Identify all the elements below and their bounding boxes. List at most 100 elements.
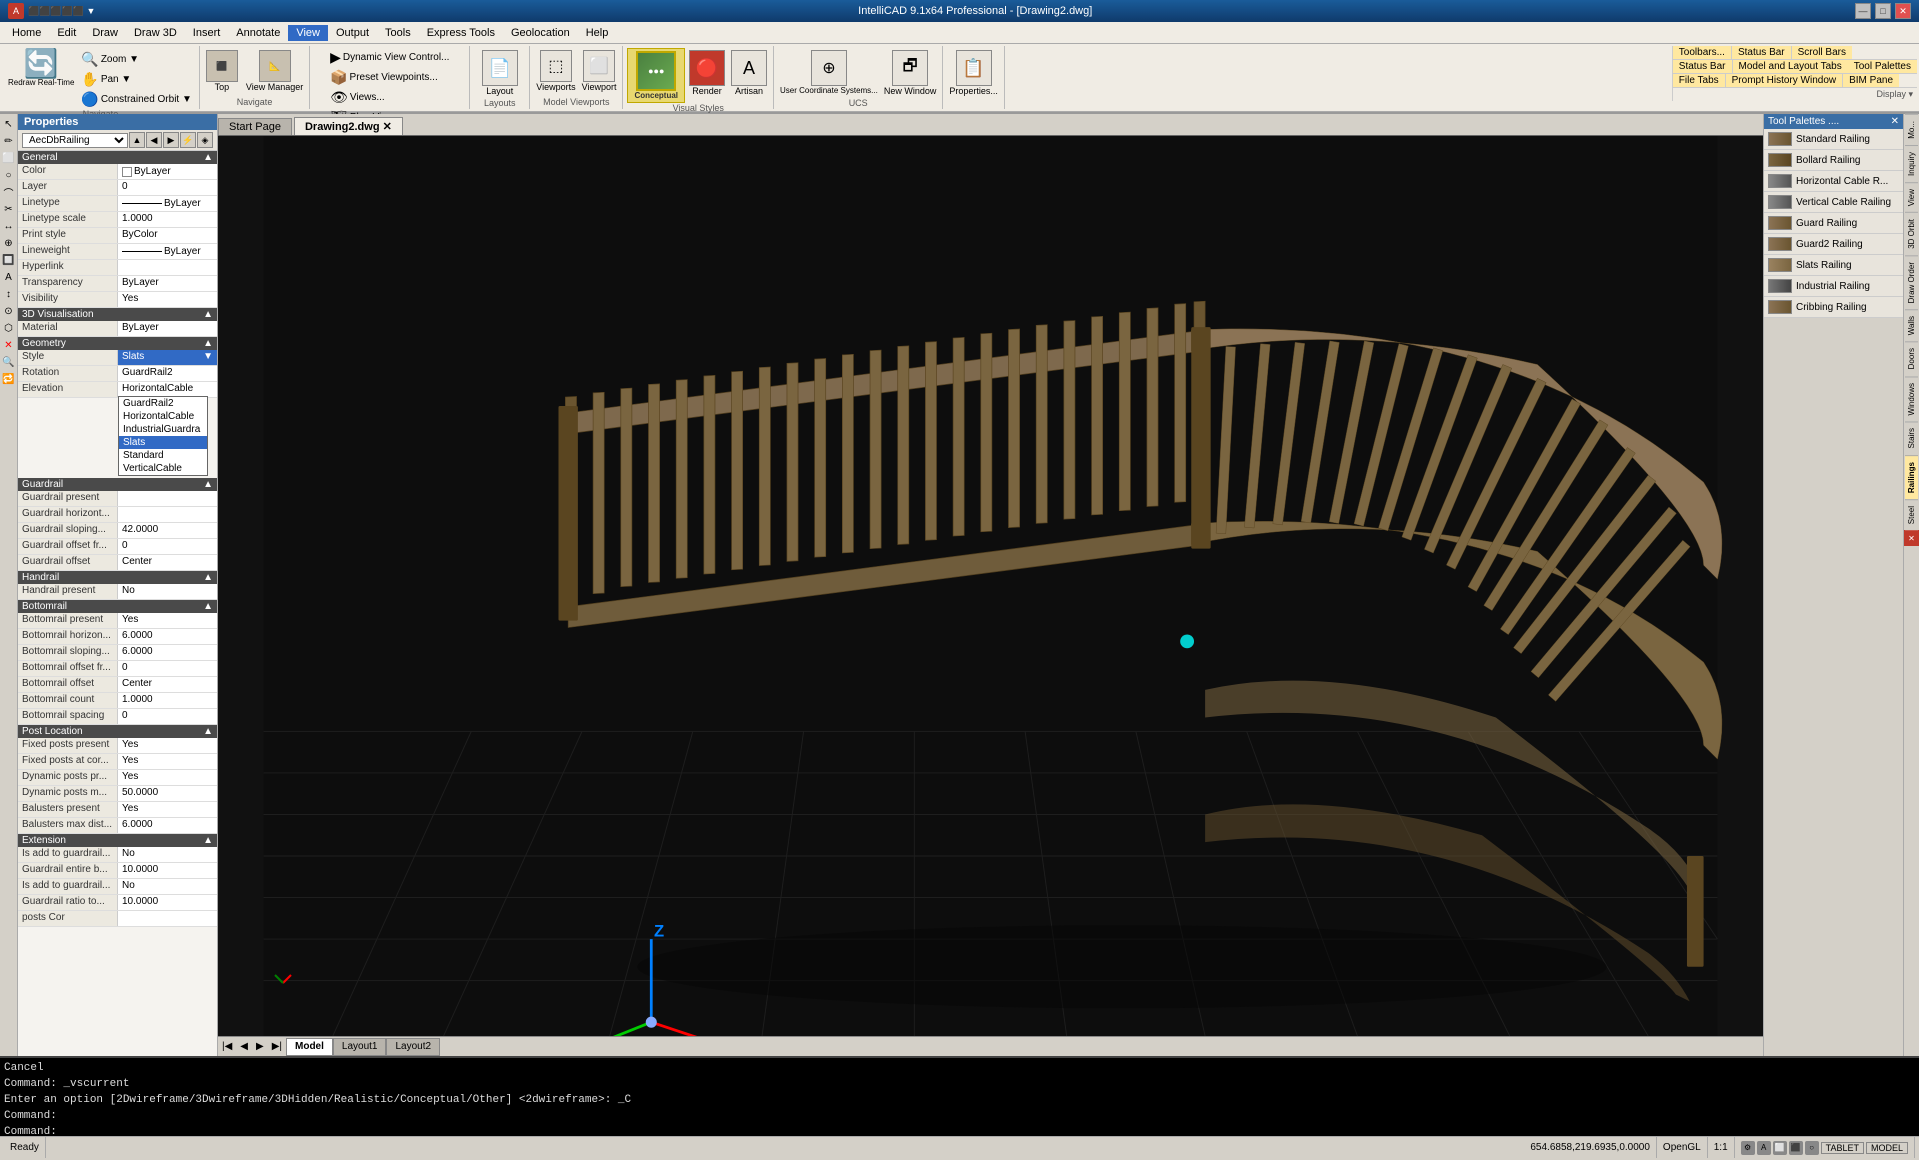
draw-tool-3[interactable]: ⬜ xyxy=(1,150,17,166)
status-icon-1[interactable]: ⚙ xyxy=(1741,1141,1755,1155)
side-tab-stairs[interactable]: Stairs xyxy=(1905,421,1918,454)
draw-tool-12[interactable]: ⊙ xyxy=(1,303,17,319)
prompt-history-label[interactable]: Prompt History Window xyxy=(1726,74,1843,87)
palette-slats-railing[interactable]: Slats Railing xyxy=(1764,255,1903,276)
menu-annotate[interactable]: Annotate xyxy=(228,25,288,41)
menu-home[interactable]: Home xyxy=(4,25,49,41)
side-tab-inquiry[interactable]: Inquiry xyxy=(1905,145,1918,182)
side-tab-walls[interactable]: Walls xyxy=(1905,309,1918,341)
draw-tool-14[interactable]: ✕ xyxy=(1,337,17,353)
menu-geolocation[interactable]: Geolocation xyxy=(503,25,578,41)
bim-pane-label[interactable]: BIM Pane xyxy=(1843,74,1899,87)
palette-industrial-railing[interactable]: Industrial Railing xyxy=(1764,276,1903,297)
command-bar-label[interactable]: Status Bar xyxy=(1673,60,1733,73)
draw-tool-10[interactable]: A xyxy=(1,269,17,285)
side-tab-view[interactable]: View xyxy=(1905,182,1918,212)
palette-standard-railing[interactable]: Standard Railing xyxy=(1764,129,1903,150)
side-tab-3dorbit[interactable]: 3D Orbit xyxy=(1905,212,1918,255)
draw-tool-1[interactable]: ↖ xyxy=(1,116,17,132)
side-tab-doors[interactable]: Doors xyxy=(1905,341,1918,375)
conceptual-button[interactable]: ●●● Conceptual xyxy=(627,48,685,103)
side-tab-draw-order[interactable]: Draw Order xyxy=(1905,255,1918,309)
guardrail-section-header[interactable]: Guardrail▲ xyxy=(18,478,217,491)
draw-tool-7[interactable]: ↔ xyxy=(1,218,17,234)
status-icon-4[interactable]: ⬛ xyxy=(1789,1141,1803,1155)
menu-output[interactable]: Output xyxy=(328,25,377,41)
constrained-orbit-button[interactable]: 🔵Constrained Orbit ▼ xyxy=(78,90,194,109)
status-model[interactable]: MODEL xyxy=(1866,1142,1908,1154)
status-tablet[interactable]: TABLET xyxy=(1821,1142,1864,1154)
maximize-button[interactable]: □ xyxy=(1875,3,1891,19)
properties-button[interactable]: 📋 Properties... xyxy=(947,48,1000,107)
nav-last[interactable]: ▶| xyxy=(268,1041,286,1052)
draw-tool-15[interactable]: 🔍 xyxy=(1,354,17,370)
file-tabs-label[interactable]: File Tabs xyxy=(1673,74,1726,87)
draw-tool-5[interactable]: ⌒ xyxy=(1,184,17,200)
menu-edit[interactable]: Edit xyxy=(49,25,84,41)
viewports-button[interactable]: ⬚ Viewports xyxy=(534,48,577,97)
style-dropdown[interactable]: GuardRail2 HorizontalCable IndustrialGua… xyxy=(118,396,208,476)
tab-layout1[interactable]: Layout1 xyxy=(333,1038,387,1056)
general-section-header[interactable]: General▲ xyxy=(18,151,217,164)
dynamic-view-button[interactable]: ▶Dynamic View Control... xyxy=(327,48,452,67)
artisan-button[interactable]: A Artisan xyxy=(729,48,769,98)
palette-guard2-railing[interactable]: Guard2 Railing xyxy=(1764,234,1903,255)
entity-btn-5[interactable]: ◈ xyxy=(197,132,213,148)
side-tab-mo[interactable]: Mo... xyxy=(1905,114,1918,145)
palette-bollard-railing[interactable]: Bollard Railing xyxy=(1764,150,1903,171)
pan-button[interactable]: ✋Pan ▼ xyxy=(78,70,194,89)
model-layout-tabs-label[interactable]: Model and Layout Tabs xyxy=(1733,60,1848,73)
visualisation-section-header[interactable]: 3D Visualisation▲ xyxy=(18,308,217,321)
menu-draw[interactable]: Draw xyxy=(84,25,126,41)
handrail-section-header[interactable]: Handrail▲ xyxy=(18,571,217,584)
draw-tool-13[interactable]: ⬡ xyxy=(1,320,17,336)
entity-btn-2[interactable]: ◀ xyxy=(146,132,162,148)
status-icon-5[interactable]: ○ xyxy=(1805,1141,1819,1155)
redraw-realtime-button[interactable]: 🔄 Redraw Real-Time xyxy=(6,48,76,89)
minimize-button[interactable]: — xyxy=(1855,3,1871,19)
nav-prev[interactable]: ◀ xyxy=(236,1041,252,1052)
window-controls[interactable]: — □ ✕ xyxy=(1855,3,1911,19)
style-option-standard[interactable]: Standard xyxy=(119,449,207,462)
command-area[interactable]: Cancel Command: _vscurrent Enter an opti… xyxy=(0,1056,1919,1136)
toolbars-button[interactable]: Toolbars... xyxy=(1673,46,1732,59)
tool-palettes-label[interactable]: Tool Palettes xyxy=(1848,60,1917,73)
top-view-button[interactable]: ⬛ Top xyxy=(204,48,240,94)
menu-insert[interactable]: Insert xyxy=(185,25,229,41)
menu-tools[interactable]: Tools xyxy=(377,25,419,41)
entity-btn-4[interactable]: ⚡ xyxy=(180,132,196,148)
palette-horizontal-cable[interactable]: Horizontal Cable R... xyxy=(1764,171,1903,192)
style-option-slats[interactable]: Slats xyxy=(119,436,207,449)
palette-vertical-cable[interactable]: Vertical Cable Railing xyxy=(1764,192,1903,213)
scroll-bars-label[interactable]: Scroll Bars xyxy=(1792,46,1852,59)
post-location-section-header[interactable]: Post Location▲ xyxy=(18,725,217,738)
draw-tool-16[interactable]: 🔁 xyxy=(1,371,17,387)
tab-drawing2[interactable]: Drawing2.dwg ✕ xyxy=(294,117,403,135)
new-window-button[interactable]: 🗗 New Window xyxy=(882,48,939,98)
status-bar-label[interactable]: Status Bar xyxy=(1732,46,1792,59)
entity-btn-3[interactable]: ▶ xyxy=(163,132,179,148)
nav-first[interactable]: |◀ xyxy=(218,1041,236,1052)
render-button[interactable]: 🔴 Render xyxy=(687,48,727,98)
menu-express[interactable]: Express Tools xyxy=(419,25,503,41)
side-tab-steel[interactable]: Steel xyxy=(1905,499,1918,530)
draw-tool-8[interactable]: ⊕ xyxy=(1,235,17,251)
draw-tool-9[interactable]: 🔲 xyxy=(1,252,17,268)
tab-start-page[interactable]: Start Page xyxy=(218,118,292,135)
bottomrail-section-header[interactable]: Bottomrail▲ xyxy=(18,600,217,613)
entity-dropdown[interactable]: AecDbRailing xyxy=(22,133,128,148)
entity-btn-1[interactable]: ▲ xyxy=(129,132,145,148)
style-option-guardrail2[interactable]: GuardRail2 xyxy=(119,397,207,410)
draw-tool-6[interactable]: ✂ xyxy=(1,201,17,217)
tab-layout2[interactable]: Layout2 xyxy=(386,1038,440,1056)
nav-next[interactable]: ▶ xyxy=(252,1041,268,1052)
palette-guard-railing[interactable]: Guard Railing xyxy=(1764,213,1903,234)
close-button[interactable]: ✕ xyxy=(1895,3,1911,19)
palette-cribbing-railing[interactable]: Cribbing Railing xyxy=(1764,297,1903,318)
tab-model[interactable]: Model xyxy=(286,1038,333,1056)
zoom-button[interactable]: 🔍Zoom ▼ xyxy=(78,50,194,69)
side-tab-railings[interactable]: Railings xyxy=(1905,455,1918,499)
viewport-button[interactable]: ⬜ Viewport xyxy=(580,48,619,97)
draw-tool-11[interactable]: ↕ xyxy=(1,286,17,302)
style-option-horizontal[interactable]: HorizontalCable xyxy=(119,410,207,423)
